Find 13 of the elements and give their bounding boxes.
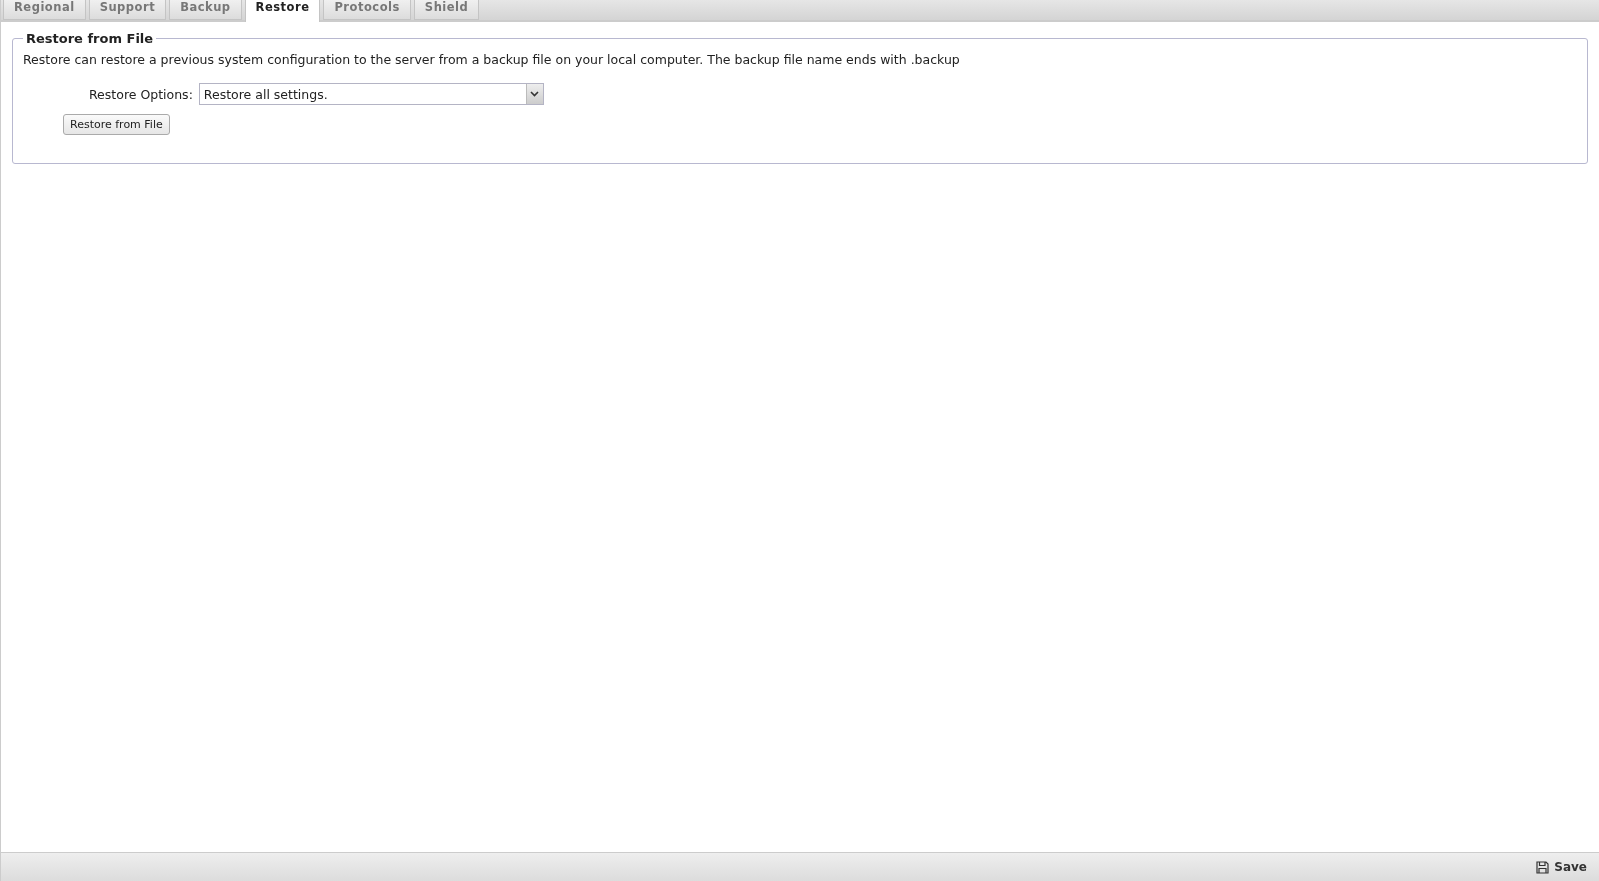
tab[interactable]: Protocols <box>323 0 411 20</box>
tab[interactable]: Regional <box>3 0 86 20</box>
tab[interactable]: Backup <box>169 0 242 20</box>
description-text: Restore can restore a previous system configuration to the server from a backup file on your local computer. The backup file name ends with .backup <box>23 52 961 67</box>
options-label: Restore Options: <box>89 86 193 102</box>
restore-from-file-button[interactable]: Restore from File <box>63 114 170 135</box>
tab[interactable]: Restore <box>244 0 321 22</box>
panel-title: Restore from File <box>25 31 155 46</box>
save-button[interactable]: Save <box>1534 858 1589 876</box>
tab[interactable]: Shield <box>413 0 480 20</box>
chevron-down-icon <box>530 91 540 97</box>
restore-options-dropdown[interactable]: Restore all settings. <box>198 83 544 105</box>
tab[interactable]: Support <box>88 0 167 20</box>
